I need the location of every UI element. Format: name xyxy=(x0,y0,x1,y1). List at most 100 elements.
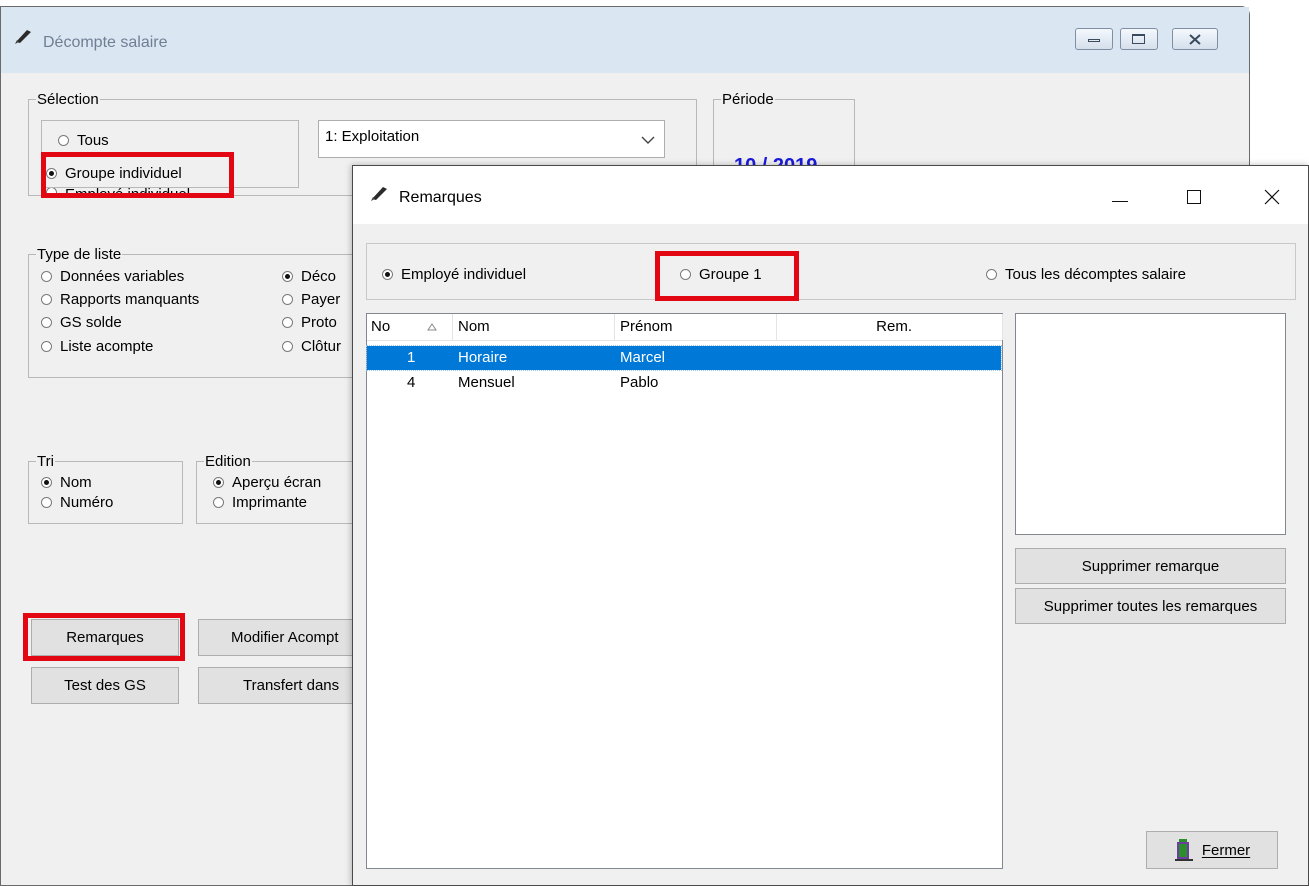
dialog-pen-icon xyxy=(369,184,391,206)
column-header-nom[interactable]: Nom xyxy=(453,314,615,340)
row-nom: Mensuel xyxy=(458,374,515,391)
radio-rapports-manquants-label: Rapports manquants xyxy=(60,291,200,308)
radio-groupe-individuel-circle xyxy=(46,168,57,179)
sort-ascending-icon xyxy=(427,323,437,331)
row-prenom: Pablo xyxy=(620,374,659,391)
radio-donnees-variables-circle xyxy=(41,271,52,282)
radio-scope-groupe-label: Groupe 1 xyxy=(699,266,762,283)
door-exit-icon xyxy=(1174,839,1193,861)
group-dropdown[interactable]: 1: Exploitation xyxy=(318,120,665,158)
periode-legend: Période xyxy=(722,91,774,108)
radio-payer-label: Payer xyxy=(301,291,341,308)
radio-apercu-ecran[interactable]: Aperçu écran xyxy=(213,474,321,491)
modifier-acompte-button-label: Modifier Acompt xyxy=(231,629,339,646)
radio-tri-numero-circle xyxy=(41,497,52,508)
radio-protocole-circle xyxy=(282,317,293,328)
column-header-rem-label: Rem. xyxy=(876,318,912,335)
table-row[interactable]: 4 Mensuel Pablo xyxy=(367,371,1001,395)
radio-tous[interactable]: Tous xyxy=(58,133,109,147)
radio-protocole[interactable]: Proto xyxy=(282,314,337,331)
table-row[interactable]: 1 Horaire Marcel xyxy=(366,345,1002,371)
maximize-button[interactable] xyxy=(1120,28,1158,50)
radio-tous-circle xyxy=(58,134,69,146)
radio-apercu-ecran-label: Aperçu écran xyxy=(232,474,322,491)
column-header-prenom[interactable]: Prénom xyxy=(615,314,777,340)
dialog-maximize-icon xyxy=(1187,190,1201,204)
radio-scope-groupe[interactable]: Groupe 1 xyxy=(680,266,762,283)
radio-gs-solde-label: GS solde xyxy=(60,314,122,331)
minimize-icon xyxy=(1088,39,1100,42)
selection-legend: Sélection xyxy=(37,91,99,108)
radio-employe-individuel-circle xyxy=(46,188,57,198)
radio-rapports-manquants[interactable]: Rapports manquants xyxy=(41,291,199,308)
edition-legend: Edition xyxy=(205,453,251,470)
supprimer-remarque-button-label: Supprimer remarque xyxy=(1081,557,1220,575)
remarques-dialog: Remarques Employé individuel Groupe 1 To… xyxy=(352,165,1309,886)
close-icon xyxy=(1189,34,1201,45)
radio-decompte[interactable]: Déco xyxy=(282,268,336,285)
radio-gs-solde-circle xyxy=(41,317,52,328)
supprimer-remarque-button[interactable]: Supprimer remarque xyxy=(1015,548,1286,584)
dialog-maximize-button[interactable] xyxy=(1179,182,1209,212)
dialog-title: Remarques xyxy=(399,189,482,206)
test-gs-button[interactable]: Test des GS xyxy=(31,667,179,704)
radio-decompte-label: Déco xyxy=(301,268,337,285)
maximize-icon xyxy=(1132,34,1145,44)
chevron-down-icon xyxy=(641,136,655,144)
fermer-button[interactable]: Fermer xyxy=(1146,831,1278,869)
radio-payer-circle xyxy=(282,294,293,305)
column-header-nom-label: Nom xyxy=(458,318,490,335)
column-header-rem[interactable]: Rem. xyxy=(777,314,1003,340)
row-nom: Horaire xyxy=(458,349,508,366)
radio-cloture[interactable]: Clôtur xyxy=(282,338,341,355)
column-header-no[interactable]: No xyxy=(367,314,453,340)
radio-scope-employe[interactable]: Employé individuel xyxy=(382,266,526,283)
row-no: 4 xyxy=(407,374,416,391)
app-pen-icon xyxy=(13,27,35,49)
radio-liste-acompte-label: Liste acompte xyxy=(60,338,154,355)
supprimer-toutes-button[interactable]: Supprimer toutes les remarques xyxy=(1015,588,1286,624)
supprimer-toutes-button-label: Supprimer toutes les remarques xyxy=(1043,597,1258,615)
radio-tri-nom-label: Nom xyxy=(60,474,92,491)
radio-donnees-variables-label: Données variables xyxy=(60,268,185,285)
minimize-button[interactable] xyxy=(1075,28,1113,50)
close-button[interactable] xyxy=(1172,28,1218,50)
main-window-title: Décompte salaire xyxy=(43,34,168,51)
type-liste-legend: Type de liste xyxy=(37,246,122,263)
radio-employe-individuel[interactable]: Employé individuel xyxy=(46,188,190,198)
column-header-no-label: No xyxy=(371,318,391,335)
radio-imprimante[interactable]: Imprimante xyxy=(213,494,307,511)
radio-liste-acompte[interactable]: Liste acompte xyxy=(41,338,153,355)
radio-decompte-circle xyxy=(282,271,293,282)
dialog-title-bar: Remarques xyxy=(353,166,1308,224)
remark-textarea[interactable] xyxy=(1015,313,1286,535)
radio-scope-tous[interactable]: Tous les décomptes salaire xyxy=(986,266,1186,283)
remarques-button-label: Remarques xyxy=(66,629,144,646)
radio-cloture-circle xyxy=(282,341,293,352)
transfert-button[interactable]: Transfert dans xyxy=(198,667,358,704)
dialog-close-button[interactable] xyxy=(1257,182,1287,212)
radio-groupe-individuel-label: Groupe individuel xyxy=(65,165,182,182)
radio-tri-numero[interactable]: Numéro xyxy=(41,494,113,511)
radio-liste-acompte-circle xyxy=(41,341,52,352)
group-dropdown-value: 1: Exploitation xyxy=(325,128,420,145)
radio-tri-numero-label: Numéro xyxy=(60,494,114,511)
radio-cloture-label: Clôtur xyxy=(301,338,342,355)
radio-groupe-individuel[interactable]: Groupe individuel xyxy=(46,165,182,182)
radio-payer[interactable]: Payer xyxy=(282,291,340,308)
radio-scope-tous-label: Tous les décomptes salaire xyxy=(1005,266,1186,283)
employee-list[interactable]: No Nom Prénom Rem. 1 Horaire Marcel 4 Me… xyxy=(366,313,1003,869)
radio-donnees-variables[interactable]: Données variables xyxy=(41,268,184,285)
radio-apercu-ecran-circle xyxy=(213,477,224,488)
tri-legend: Tri xyxy=(37,453,54,470)
radio-tri-nom-circle xyxy=(41,477,52,488)
radio-gs-solde[interactable]: GS solde xyxy=(41,314,122,331)
test-gs-button-label: Test des GS xyxy=(64,677,146,694)
type-liste-group: Type de liste xyxy=(28,247,358,378)
modifier-acompte-button[interactable]: Modifier Acompt xyxy=(198,619,358,656)
main-title-bar: Décompte salaire xyxy=(1,7,1249,73)
dialog-minimize-button[interactable] xyxy=(1105,182,1135,212)
dialog-close-icon xyxy=(1264,189,1280,205)
radio-tri-nom[interactable]: Nom xyxy=(41,474,92,491)
remarques-button[interactable]: Remarques xyxy=(31,619,179,656)
